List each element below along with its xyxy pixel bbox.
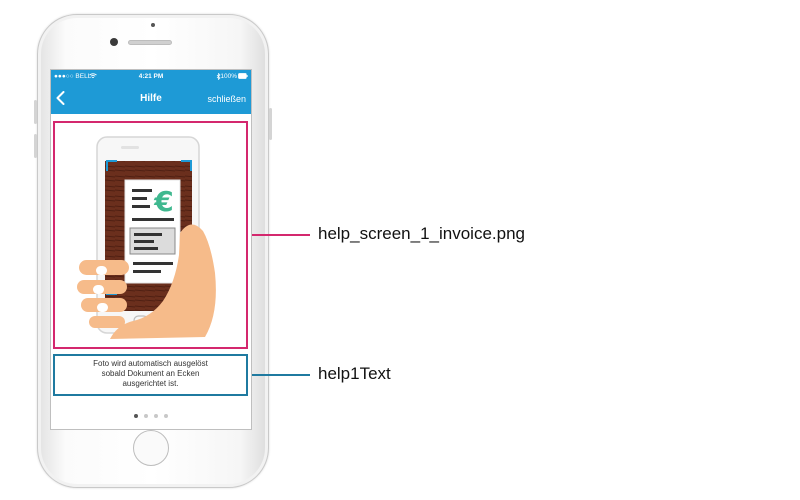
page-dot[interactable] xyxy=(154,414,158,418)
svg-text:€: € xyxy=(153,185,173,218)
help-illustration: € xyxy=(77,136,216,339)
page-indicator[interactable] xyxy=(51,414,251,418)
close-button[interactable]: schließen xyxy=(207,94,246,104)
help-text-line: Foto wird automatisch ausgelöst xyxy=(93,359,208,368)
image-callout-label: help_screen_1_invoice.png xyxy=(318,224,525,243)
status-bar: ●●●○○ BELL 4:21 PM 100% xyxy=(51,70,251,85)
battery-icon xyxy=(238,73,248,81)
volume-down-button xyxy=(34,134,37,158)
help-text-line: ausgerichtet ist. xyxy=(122,379,179,388)
help-text-line: sobald Dokument an Ecken xyxy=(101,369,200,378)
earpiece-speaker xyxy=(128,40,172,45)
text-callout-label: help1Text xyxy=(318,364,391,383)
volume-up-button xyxy=(34,100,37,124)
image-callout-line xyxy=(252,234,310,236)
help-illustration-frame: € xyxy=(53,121,248,349)
front-camera xyxy=(110,38,118,46)
help-text-box: Foto wird automatisch ausgelöst sobald D… xyxy=(53,354,248,396)
battery-percent: 100% xyxy=(220,73,237,80)
home-button[interactable] xyxy=(133,430,169,466)
phone-screen: ●●●○○ BELL 4:21 PM 100% Hilfe schließen xyxy=(50,69,252,430)
power-button xyxy=(269,108,272,140)
text-callout-line xyxy=(252,374,310,376)
page-dot[interactable] xyxy=(134,414,138,418)
page-dot[interactable] xyxy=(164,414,168,418)
proximity-sensor xyxy=(151,23,155,27)
navigation-bar: Hilfe schließen xyxy=(51,85,251,114)
page-dot[interactable] xyxy=(144,414,148,418)
